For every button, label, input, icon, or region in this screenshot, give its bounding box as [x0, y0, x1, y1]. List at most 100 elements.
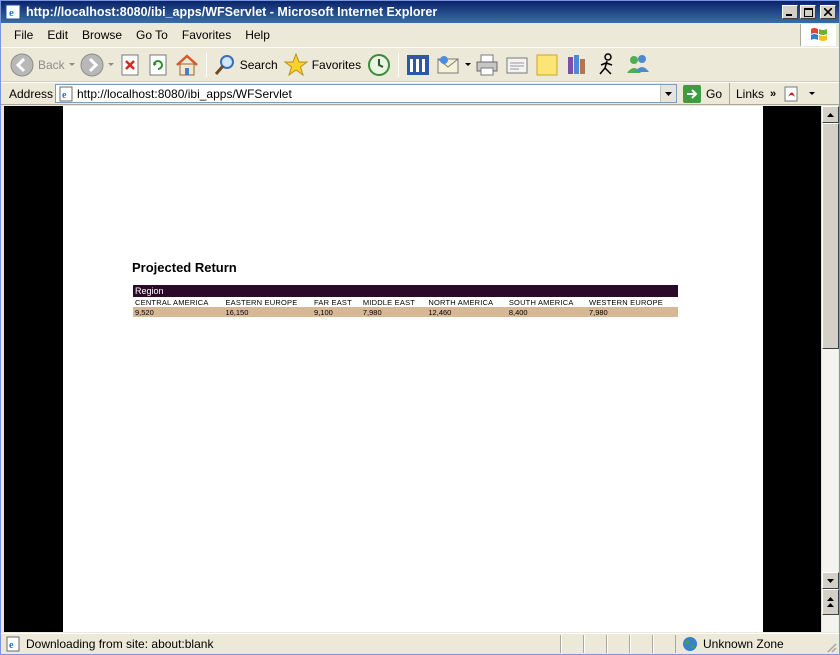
ie-icon: e [5, 4, 21, 20]
scroll-up-button[interactable] [822, 106, 839, 123]
note-icon [536, 54, 558, 75]
forward-button[interactable] [77, 51, 107, 79]
star-icon [283, 52, 308, 76]
ibi-button[interactable] [403, 51, 433, 79]
back-arrow-icon [10, 53, 34, 76]
menu-edit[interactable]: Edit [40, 26, 75, 44]
menu-file[interactable]: File [7, 26, 40, 44]
maximize-button[interactable] [800, 5, 816, 19]
stop-button[interactable] [116, 51, 144, 79]
history-icon [368, 53, 391, 76]
value-cell: 9,520 [133, 307, 224, 317]
resize-grip-icon[interactable] [825, 641, 837, 653]
edit-page-icon [506, 57, 528, 73]
contacts-button[interactable] [622, 51, 654, 79]
links-label: Links [736, 86, 765, 101]
value-cell: 16,150 [223, 307, 313, 317]
report-page: Projected Return Region CENTRAL AMERICA … [63, 106, 763, 632]
arrow-down-icon [827, 578, 834, 583]
report-table: Region CENTRAL AMERICA EASTERN EUROPE FA… [133, 285, 678, 317]
close-icon [824, 8, 832, 16]
go-button[interactable]: Go [683, 84, 729, 103]
title-bar[interactable]: e http://localhost:8080/ibi_apps/WFServl… [1, 1, 839, 23]
menu-favorites[interactable]: Favorites [175, 26, 238, 44]
globe-icon [683, 637, 697, 651]
zone-label: Unknown Zone [703, 637, 784, 651]
mail-dropdown[interactable] [463, 51, 472, 79]
edit-button[interactable] [502, 51, 532, 79]
column-header: NORTH AMERICA [426, 297, 507, 307]
menu-help[interactable]: Help [238, 26, 277, 44]
minimize-icon [786, 14, 792, 16]
favorites-button[interactable]: Favorites [281, 51, 364, 79]
printer-icon [476, 54, 498, 75]
research-icon [568, 54, 586, 74]
scroll-down-button[interactable] [822, 572, 839, 589]
page-up-button[interactable] [822, 589, 839, 615]
stop-icon [121, 54, 139, 75]
report-title: Projected Return [132, 260, 237, 275]
vertical-scrollbar[interactable] [821, 106, 839, 632]
favorites-label: Favorites [311, 57, 362, 72]
search-label: Search [239, 57, 278, 72]
column-header-row: CENTRAL AMERICA EASTERN EUROPE FAR EAST … [133, 297, 678, 307]
status-pane [584, 635, 607, 653]
go-label: Go [706, 86, 723, 101]
page-icon: e [59, 86, 73, 101]
messenger-button[interactable] [592, 51, 622, 79]
maximize-icon [803, 7, 813, 17]
forward-arrow-icon [80, 53, 104, 76]
scroll-thumb[interactable] [822, 123, 839, 349]
value-cell: 7,980 [586, 307, 678, 317]
close-button[interactable] [820, 5, 836, 19]
menu-browse[interactable]: Browse [75, 26, 129, 44]
users-icon [627, 54, 650, 73]
mail-icon [437, 55, 459, 73]
address-label: Address [9, 86, 54, 101]
windows-logo [800, 24, 836, 46]
refresh-icon [149, 54, 167, 75]
home-icon [175, 53, 198, 75]
search-button[interactable]: Search [211, 51, 281, 79]
acrobat-button[interactable] [783, 85, 817, 103]
back-dropdown[interactable] [68, 51, 77, 79]
forward-dropdown[interactable] [107, 51, 116, 79]
mail-button[interactable] [433, 51, 463, 79]
region-label: Region [133, 285, 678, 297]
address-dropdown[interactable] [660, 85, 676, 102]
value-cell: 12,460 [426, 307, 507, 317]
column-header: WESTERN EUROPE [586, 297, 678, 307]
address-bar: Address e http://localhost:8080/ibi_apps… [1, 82, 839, 105]
menu-go-to[interactable]: Go To [129, 26, 175, 44]
minimize-button[interactable] [782, 5, 798, 19]
browser-window: e http://localhost:8080/ibi_apps/WFServl… [0, 0, 840, 655]
discuss-button[interactable] [532, 51, 562, 79]
research-button[interactable] [562, 51, 592, 79]
value-cell: 9,100 [312, 307, 361, 317]
refresh-button[interactable] [144, 51, 172, 79]
go-arrow-icon [683, 84, 701, 103]
value-cell: 8,400 [506, 307, 587, 317]
window-title: http://localhost:8080/ibi_apps/WFServlet… [26, 5, 438, 19]
print-button[interactable] [472, 51, 502, 79]
column-header: CENTRAL AMERICA [133, 297, 224, 307]
content-viewport[interactable]: Projected Return Region CENTRAL AMERICA … [4, 106, 821, 632]
svg-text:e: e [9, 7, 14, 19]
status-message: e Downloading from site: about:blank [1, 635, 561, 653]
toolbar-separator [205, 52, 207, 77]
windows-flag-icon [810, 28, 827, 41]
svg-text:e: e [9, 640, 14, 651]
links-toolbar[interactable]: Links » [729, 83, 779, 104]
security-zone[interactable]: Unknown Zone [682, 636, 784, 652]
toolbar-separator [398, 52, 400, 77]
home-button[interactable] [172, 51, 202, 79]
search-icon [214, 54, 234, 75]
address-input[interactable]: e http://localhost:8080/ibi_apps/WFServl… [55, 84, 677, 103]
column-header: EASTERN EUROPE [223, 297, 313, 307]
status-pane [607, 635, 630, 653]
chevron-down-icon [69, 62, 76, 66]
history-button[interactable] [364, 51, 394, 79]
menu-bar: File Edit Browse Go To Favorites Help [1, 23, 839, 48]
back-button[interactable]: Back [7, 51, 68, 79]
status-pane [630, 635, 653, 653]
